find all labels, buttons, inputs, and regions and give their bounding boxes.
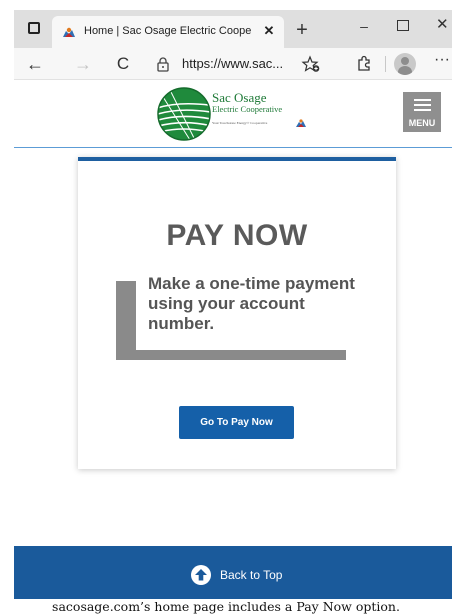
toolbar-divider [385,56,386,72]
decorative-bracket-horizontal [116,350,346,360]
tab-close-icon[interactable]: ✕ [260,22,278,40]
maximize-button[interactable] [397,20,409,31]
new-tab-button[interactable]: + [292,20,312,42]
logo-globe-icon [157,87,211,141]
close-window-button[interactable]: ✕ [436,15,452,35]
logo-name: Sac Osage [212,90,267,105]
decorative-bracket-vertical [116,281,136,359]
logo-subtitle: Electric Cooperative [212,104,283,114]
menu-bar-icon [414,99,431,101]
site-header: Sac Osage Electric Cooperative Your Touc… [14,80,452,148]
menu-label: MENU [408,118,436,128]
profile-avatar[interactable] [394,53,416,75]
refresh-button[interactable]: C [112,53,134,75]
extensions-icon[interactable] [354,54,374,74]
pay-now-description: Make a one-time payment using your accou… [148,274,355,333]
tab-actions-icon[interactable] [28,22,40,34]
add-favorite-icon[interactable] [301,54,321,74]
browser-toolbar: ← → C https://www.sac... ··· [14,48,452,80]
arrow-up-circle-icon [191,565,211,585]
touchstone-energy-icon [296,119,306,127]
menu-button[interactable]: MENU [403,92,441,132]
pay-now-card: PAY NOW Make a one-time payment using yo… [78,157,396,469]
menu-bar-icon [414,104,431,106]
back-to-top-label: Back to Top [220,568,283,582]
pay-now-title: PAY NOW [166,219,308,252]
profile-body-shape [398,66,412,75]
profile-head-shape [401,57,409,65]
site-favicon-icon [63,27,75,37]
lock-icon[interactable] [156,56,170,72]
minimize-button[interactable]: – [354,18,374,38]
back-button[interactable]: ← [24,53,46,75]
logo-tagline: Your Touchstone Energy® Cooperative [212,121,268,125]
back-to-top-bar[interactable]: Back to Top [14,546,452,600]
more-options-icon[interactable]: ··· [434,51,452,73]
tab-title: Home | Sac Osage Electric Coope [84,25,252,37]
image-caption: sacosage.com’s home page includes a Pay … [0,599,452,615]
browser-tab-bar: Home | Sac Osage Electric Coope ✕ + – ✕ [14,10,452,48]
menu-bar-icon [414,109,431,111]
site-logo[interactable]: Sac Osage Electric Cooperative Your Touc… [156,86,316,142]
go-to-pay-now-button[interactable]: Go To Pay Now [179,406,294,439]
address-bar-input[interactable]: https://www.sac... [182,56,283,71]
browser-tab[interactable]: Home | Sac Osage Electric Coope ✕ [52,16,284,48]
forward-button[interactable]: → [72,53,94,75]
